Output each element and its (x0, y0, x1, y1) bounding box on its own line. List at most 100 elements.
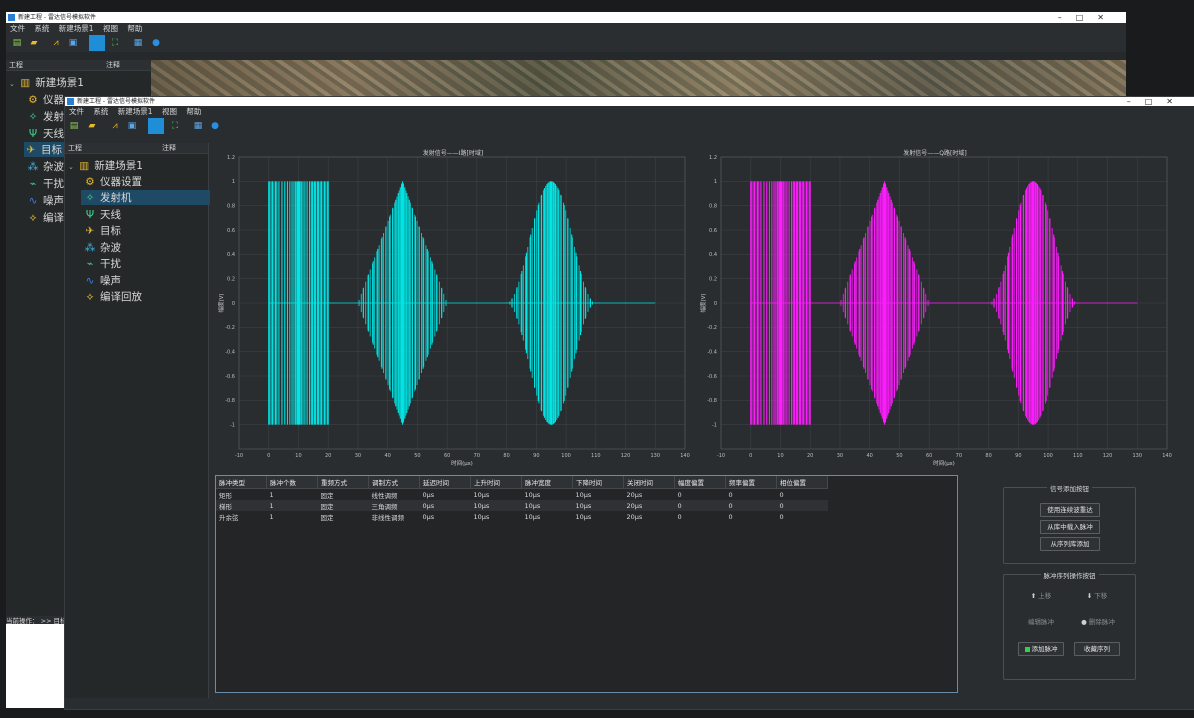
tree-item-label: 发射机 (100, 192, 132, 204)
save-icon[interactable]: ▦ (132, 37, 144, 49)
back-tree-root[interactable]: ⌄ ▥ 新建场景1 (9, 75, 84, 90)
minimize-icon[interactable]: – (1058, 13, 1076, 22)
table-header-cell[interactable]: 相位偏置 (776, 476, 828, 489)
back-tree-item-label: 仪器 (43, 94, 64, 106)
export-icon[interactable]: ▣ (67, 37, 79, 49)
add-from-sequence-button[interactable]: 从序列库添加 (1040, 537, 1100, 551)
menu-file[interactable]: 文件 (69, 107, 84, 116)
table-header-cell[interactable]: 下降时间 (572, 476, 624, 489)
x-tick-label: 60 (444, 453, 450, 459)
table-cell: 0 (779, 490, 784, 499)
select-arrow-icon[interactable] (148, 118, 164, 134)
fullscreen-icon[interactable]: ⛶ (169, 120, 181, 132)
table-header-cell[interactable]: 脉冲个数 (266, 476, 318, 489)
menu-scene[interactable]: 新建场景1 (118, 107, 153, 116)
table-header-cell[interactable]: 脉冲类型 (216, 476, 267, 489)
airplane-icon: ✈ (26, 144, 36, 156)
tree-item-clutter[interactable]: ⁂ 杂波 (83, 240, 121, 255)
y-tick-label: -0.4 (225, 349, 235, 355)
x-tick-label: 120 (1103, 453, 1113, 459)
back-tree-item-label: 目标 (41, 144, 62, 156)
open-folder-icon[interactable]: ▰ (28, 37, 40, 49)
tree-item-antenna[interactable]: Ψ 天线 (83, 207, 121, 222)
save-sequence-button[interactable]: 收藏序列 (1074, 642, 1120, 656)
back-tree-item-transmitter[interactable]: ✧ 发射 (26, 109, 64, 124)
back-tree-item-jamming[interactable]: ⌁ 干扰 (26, 176, 64, 191)
back-title-bar: 新建工程 - 雷达信号模拟软件 –□✕ (6, 12, 1126, 23)
noise-icon: ∿ (28, 195, 38, 207)
delete-pulse-button[interactable]: ● 删除脉冲 (1074, 615, 1122, 629)
minimize-icon[interactable]: – (1127, 97, 1145, 106)
menu-scene[interactable]: 新建场景1 (59, 24, 94, 33)
new-file-icon[interactable]: ▤ (11, 37, 23, 49)
y-tick-label: 1.2 (227, 155, 235, 161)
export-icon[interactable]: ▣ (126, 120, 138, 132)
signal-wave-icon[interactable]: ⩘ (50, 37, 62, 49)
load-pulse-button[interactable]: 从库中载入脉冲 (1040, 520, 1100, 534)
edit-pulse-button[interactable]: 编辑脉冲 (1018, 615, 1064, 629)
table-row[interactable]: 梯形 1 固定 三角调频 0μs 10μs 10μs 10μs 20μs 0 0 0 (216, 500, 828, 511)
y-tick-label: -0.2 (707, 325, 717, 331)
back-tree-root-label: 新建场景1 (35, 77, 84, 89)
new-file-icon[interactable]: ▤ (68, 120, 80, 132)
info-icon[interactable]: ● (209, 120, 221, 132)
y-tick-label: 0.2 (227, 276, 235, 282)
save-icon[interactable]: ▦ (192, 120, 204, 132)
y-tick-label: 0.4 (709, 252, 717, 258)
x-tick-label: 90 (533, 453, 539, 459)
add-pulse-button[interactable]: 添加脉冲 (1018, 642, 1064, 656)
app-icon (67, 98, 74, 105)
back-tree-item-clutter[interactable]: ⁂ 杂波 (26, 159, 64, 174)
x-tick-label: 40 (384, 453, 390, 459)
open-folder-icon[interactable]: ▰ (86, 120, 98, 132)
table-header-cell[interactable]: 关闭时间 (623, 476, 675, 489)
close-icon[interactable]: ✕ (1166, 97, 1187, 106)
continuous-wave-button[interactable]: 使用连续波重达 (1040, 503, 1100, 517)
menu-help[interactable]: 帮助 (186, 107, 201, 116)
back-tree-item-instrument[interactable]: ⚙ 仪器 (26, 92, 64, 107)
signal-wave-icon[interactable]: ⩘ (109, 120, 121, 132)
back-tree-item-noise[interactable]: ∿ 噪声 (26, 193, 64, 208)
tree-item-noise[interactable]: ∿ 噪声 (83, 273, 121, 288)
back-tree-item-compile[interactable]: ⟡ 编译 (26, 210, 64, 225)
fullscreen-icon[interactable]: ⛶ (109, 37, 121, 49)
table-header-cell[interactable]: 频率偏置 (725, 476, 777, 489)
y-tick-label: 0.8 (709, 203, 717, 209)
move-down-button[interactable]: ⬇ 下移 (1076, 589, 1118, 603)
menu-system[interactable]: 系统 (93, 107, 108, 116)
maximize-icon[interactable]: □ (1076, 13, 1098, 22)
tree-item-instrument[interactable]: ⚙ 仪器设置 (83, 174, 142, 189)
maximize-icon[interactable]: □ (1145, 97, 1167, 106)
menu-help[interactable]: 帮助 (127, 24, 142, 33)
tree-item-target[interactable]: ✈ 目标 (83, 223, 121, 238)
table-header-cell[interactable]: 延迟时间 (419, 476, 471, 489)
info-icon[interactable]: ● (150, 37, 162, 49)
y-tick-label: 0.6 (227, 228, 235, 234)
tree-item-transmitter[interactable]: ✧ 发射机 (81, 190, 210, 205)
delete-dot-icon: ● (1081, 618, 1087, 626)
table-header-cell[interactable]: 幅度偏置 (674, 476, 726, 489)
close-icon[interactable]: ✕ (1097, 13, 1118, 22)
table-header-cell[interactable]: 脉冲宽度 (521, 476, 573, 489)
menu-view[interactable]: 视图 (103, 24, 118, 33)
y-tick-label: -0.6 (707, 374, 717, 380)
table-header-cell[interactable]: 重频方式 (317, 476, 369, 489)
table-header-cell[interactable]: 调制方式 (368, 476, 420, 489)
menu-file[interactable]: 文件 (10, 24, 25, 33)
menu-system[interactable]: 系统 (34, 24, 49, 33)
table-row[interactable]: 矩形 1 固定 线性调频 0μs 10μs 10μs 10μs 20μs 0 0 0 (216, 489, 828, 501)
tree-item-jamming[interactable]: ⌁ 干扰 (83, 256, 121, 271)
menu-view[interactable]: 视图 (162, 107, 177, 116)
x-tick-label: 50 (896, 453, 902, 459)
table-header-cell[interactable]: 上升时间 (470, 476, 522, 489)
tree-root[interactable]: ⌄ ▥ 新建场景1 (68, 158, 143, 173)
table-row[interactable]: 升余弦 1 固定 非线性调频 0μs 10μs 10μs 10μs 20μs 0 0 0 (216, 511, 828, 522)
y-tick-label: -0.8 (225, 398, 235, 404)
toolbar: ▤ ▰ ⩘ ▣ ⛶ ▦ ● (65, 117, 1194, 135)
select-arrow-icon[interactable] (89, 35, 105, 51)
move-up-button[interactable]: ⬆ 上移 (1020, 589, 1062, 603)
table-cell: 20μs (623, 500, 675, 511)
back-col-project: 工程 (9, 61, 23, 69)
back-tree-item-antenna[interactable]: Ψ 天线 (26, 126, 64, 141)
tree-item-compile[interactable]: ⟡ 编译回放 (83, 289, 142, 304)
